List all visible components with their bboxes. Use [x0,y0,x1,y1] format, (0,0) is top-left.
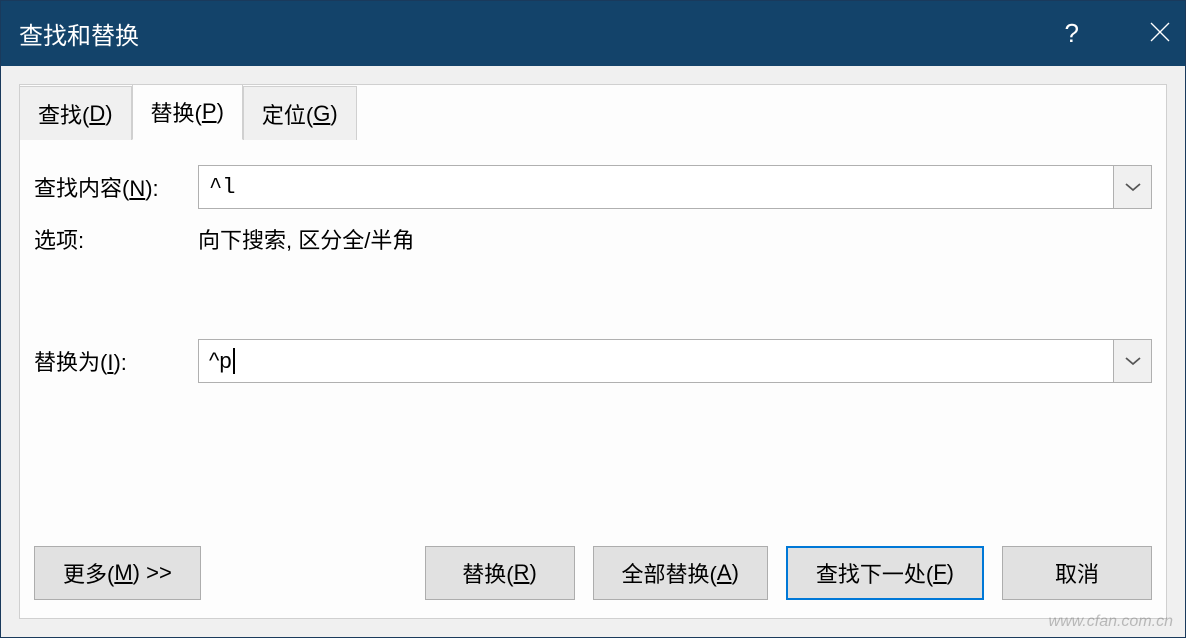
replace-button[interactable]: 替换(R) [425,546,575,600]
replace-label: 替换为(I): [34,345,198,377]
chevron-down-icon [1124,356,1142,366]
find-dropdown-button[interactable] [1113,166,1151,208]
find-next-button[interactable]: 查找下一处(F) [786,546,984,600]
options-row: 选项: 向下搜索, 区分全/半角 [34,223,1152,255]
replace-combobox[interactable]: ^p [198,339,1152,383]
find-combobox[interactable] [198,165,1152,209]
text-cursor [233,348,235,374]
tab-content: 查找内容(N): 选项: 向下搜索, 区分全/半角 [20,85,1166,618]
dialog-title: 查找和替换 [19,16,1053,51]
options-label: 选项: [34,223,198,255]
more-button[interactable]: 更多(M) >> [34,546,201,600]
tab-panel: 查找(D) 替换(P) 定位(G) 查找内容(N): [19,84,1167,619]
button-row: 更多(M) >> 替换(R) 全部替换(A) 查找下一处(F) 取消 [34,546,1152,600]
close-button[interactable] [1131,12,1167,56]
titlebar-controls: ? [1053,12,1167,56]
find-label: 查找内容(N): [34,171,198,203]
replace-row: 替换为(I): ^p [34,339,1152,383]
find-input[interactable] [199,166,1113,208]
chevron-down-icon [1124,182,1142,192]
cancel-button[interactable]: 取消 [1002,546,1152,600]
close-icon [1149,21,1171,43]
content-area: 查找(D) 替换(P) 定位(G) 查找内容(N): [1,66,1185,637]
find-row: 查找内容(N): [34,165,1152,209]
replace-input[interactable]: ^p [199,340,1113,382]
titlebar: 查找和替换 ? [1,1,1185,66]
replace-all-button[interactable]: 全部替换(A) [593,546,768,600]
tab-replace[interactable]: 替换(P) [132,84,243,140]
options-value: 向下搜索, 区分全/半角 [198,223,414,255]
replace-dropdown-button[interactable] [1113,340,1151,382]
help-button[interactable]: ? [1053,12,1091,55]
find-replace-dialog: 查找和替换 ? 查找(D) 替换(P) 定位(G) [0,0,1186,638]
